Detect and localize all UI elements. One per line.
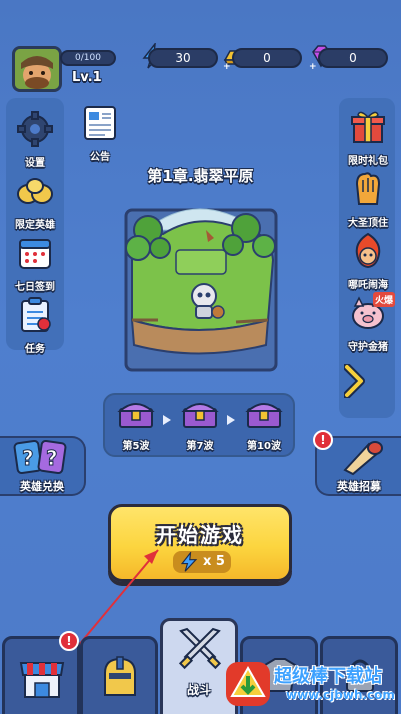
gear-icon <box>17 111 53 147</box>
scroll-horn-icon <box>343 441 383 476</box>
tab-heroes[interactable] <box>80 636 158 714</box>
small-arrow-icon <box>163 415 171 425</box>
hero-exchange-button[interactable]: ? ? 英雄兑换 <box>0 436 86 496</box>
seven-day-signin-label: 七日签到 <box>15 282 55 293</box>
gold-counter[interactable]: 0 <box>232 48 302 68</box>
chevron-right-icon[interactable] <box>344 364 366 398</box>
gold-value: 0 <box>263 51 271 65</box>
shop-stall-icon <box>19 662 65 698</box>
treasure-chest-icon <box>117 403 155 428</box>
tasks-label: 任务 <box>25 344 45 355</box>
wave-rewards-panel: 第5波 第7波 第10波 <box>103 393 295 457</box>
hero-recruit-label: 英雄招募 <box>337 480 381 493</box>
nezha-event-button[interactable]: 哪吒闹海 <box>341 232 395 294</box>
gem-counter[interactable]: 0 <box>318 48 388 68</box>
question-cards-icon: ? ? <box>13 440 67 474</box>
emerald-plains-map[interactable] <box>118 190 283 375</box>
golden-pig-label: 守护金猪 <box>348 342 388 353</box>
energy-cost-pill: x 5 <box>173 551 231 573</box>
caveman-avatar-icon <box>15 49 59 89</box>
task-clipboard-icon <box>21 297 51 332</box>
limited-gift-button[interactable]: 限时礼包 <box>341 108 395 170</box>
crossed-swords-icon <box>178 627 222 670</box>
wave-label: 第7波 <box>186 441 214 452</box>
svg-text:?: ? <box>46 446 58 470</box>
download-logo-icon <box>226 662 270 706</box>
nezha-label: 哪吒闹海 <box>348 280 388 291</box>
hero-recruit-button[interactable]: ! 英雄招募 <box>313 430 401 496</box>
energy-value: 30 <box>175 51 191 65</box>
limited-hero-label: 限定英雄 <box>15 220 55 231</box>
svg-text:+: + <box>309 62 317 69</box>
svg-text:?: ? <box>22 446 34 470</box>
hero-exchange-label: 英雄兑换 <box>20 480 64 493</box>
notice-label: 公告 <box>90 152 110 163</box>
site-watermark: 超级棒下载站 www.cjbwh.com <box>224 658 401 714</box>
nezha-icon <box>355 232 381 269</box>
svg-text:+: + <box>223 62 231 69</box>
player-level: Lv.1 <box>72 70 102 85</box>
player-avatar[interactable] <box>12 46 62 92</box>
notice-board-icon <box>84 106 116 140</box>
calendar-icon <box>19 239 51 269</box>
wave-label: 第10波 <box>247 441 281 452</box>
wave-reward[interactable]: 第7波 <box>175 399 225 452</box>
tasks-button[interactable]: 任务 <box>10 296 60 358</box>
treasure-chest-icon <box>245 403 283 428</box>
watermark-url: www.cjbwh.com <box>286 688 395 702</box>
energy-cost-label: x 5 <box>203 554 225 569</box>
gift-box-icon <box>351 111 385 143</box>
xp-text: 0/100 <box>75 53 101 63</box>
watermark-title: 超级棒下载站 <box>274 666 382 687</box>
treasure-chest-icon <box>181 403 219 428</box>
wave-reward[interactable]: 第10波 <box>239 399 289 452</box>
chapter-title: 第1章.翡翠平原 <box>147 167 254 185</box>
hot-tag: 火爆 <box>373 292 395 307</box>
wave-label: 第5波 <box>122 441 150 452</box>
lightning-icon <box>180 552 198 572</box>
gem-value: 0 <box>349 51 357 65</box>
golden-pig-button[interactable]: 火爆 守护金猪 <box>341 292 395 356</box>
seven-day-signin-button[interactable]: 七日签到 <box>10 234 60 296</box>
small-arrow-icon <box>227 415 235 425</box>
shop-alert-badge: ! <box>59 631 79 651</box>
knight-helmet-icon <box>104 656 136 696</box>
recruit-alert-badge: ! <box>313 430 333 450</box>
wave-reward[interactable]: 第5波 <box>111 399 161 452</box>
notice-button[interactable]: 公告 <box>74 104 126 166</box>
settings-button[interactable]: 设置 <box>10 110 60 172</box>
energy-counter[interactable]: 30 <box>148 48 218 68</box>
monkey-king-label: 大圣顶住 <box>348 218 388 229</box>
tab-shop[interactable]: ! <box>2 631 80 714</box>
xp-bar: 0/100 <box>60 50 116 66</box>
